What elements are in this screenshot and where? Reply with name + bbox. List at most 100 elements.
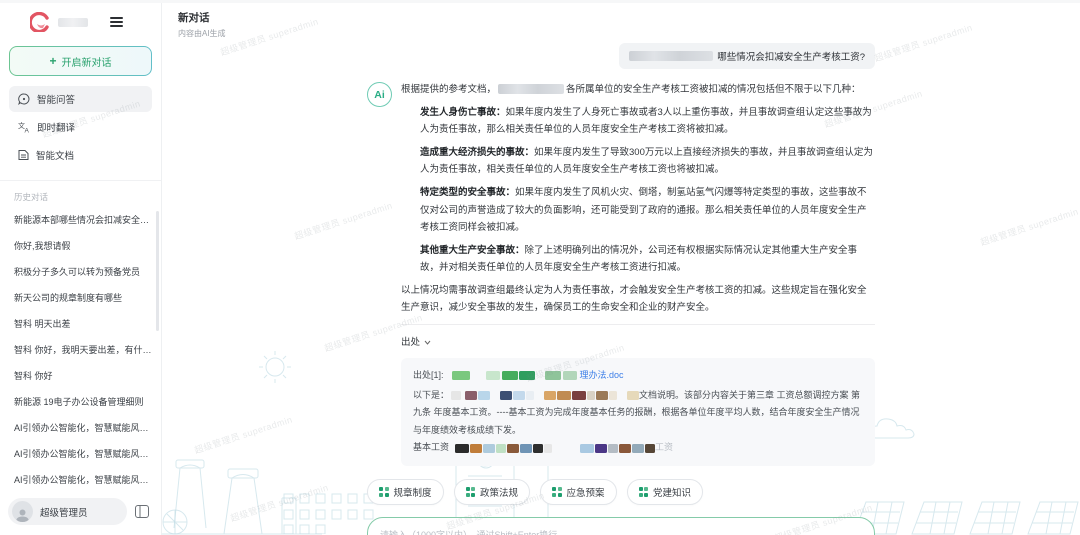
category-pill[interactable]: 党建知识 xyxy=(627,479,704,505)
chevron-down-icon xyxy=(424,340,431,345)
sidebar-item-label: 即时翻译 xyxy=(37,120,75,134)
chat-bubble-icon xyxy=(18,93,30,105)
redacted-block xyxy=(596,391,608,400)
page-title: 新对话 xyxy=(178,10,1064,25)
redacted-block xyxy=(483,444,495,453)
redacted-block xyxy=(627,391,639,400)
redacted-block xyxy=(557,391,571,400)
redacted-block xyxy=(507,444,519,453)
source-ref-label: 出处[1]: xyxy=(413,367,444,385)
redacted-block xyxy=(587,391,595,400)
history-item[interactable]: 新天公司的规章制度有哪些 xyxy=(14,285,153,311)
redacted-block xyxy=(580,444,594,453)
history-item[interactable]: AI引领办公智能化，智慧赋能风电高效发展 xyxy=(14,467,153,490)
redacted-block xyxy=(619,444,631,453)
ai-point: 造成重大经济损失的事故：如果年度内发生了导致300万元以上直接经济损失的事故，并… xyxy=(420,144,875,178)
ai-message-body: 根据提供的参考文档，各所属单位的安全生产考核工资被扣减的情况包括但不限于以下几种… xyxy=(401,81,875,466)
ai-disclaimer: 内容由AI生成 xyxy=(178,28,1064,39)
new-chat-button[interactable]: + 开启新对话 xyxy=(9,46,152,76)
category-pills: 规章制度 政策法规 应急预案 党建知识 xyxy=(367,479,875,505)
sidebar-menu: 智能问答 文 A 即时翻译 智能文档 xyxy=(0,86,161,181)
redacted-block xyxy=(609,391,617,400)
app-name-redacted xyxy=(58,18,88,27)
plus-icon: + xyxy=(49,55,56,67)
history-item[interactable]: 你好,我想请假 xyxy=(14,233,153,259)
history-item[interactable]: 新能源本部哪些情况会扣减安全生产考核工资 xyxy=(14,207,153,233)
ai-point: 其他重大生产安全事故：除了上述明确列出的情况外，公司还有权根据实际情况认定其他重… xyxy=(420,242,875,276)
redacted-block xyxy=(520,444,532,453)
main-area: 新对话 内容由AI生成 哪些情况会扣减安全生产考核工资? Ai 根据提供的参考文… xyxy=(162,0,1080,535)
history-item[interactable]: 智科 你好 xyxy=(14,363,153,389)
redacted-block xyxy=(455,444,469,453)
redacted-block xyxy=(645,444,655,453)
sidebar-item-label: 智能文档 xyxy=(36,148,74,162)
history-item[interactable]: 智科 明天出差 xyxy=(14,311,153,337)
history-item[interactable]: 智科 你好，我明天要出差，有什么需要准备 xyxy=(14,337,153,363)
history-item[interactable]: AI引领办公智能化，智慧赋能风电高效发展 xyxy=(14,441,153,467)
grid-icon xyxy=(552,487,562,497)
redacted-block xyxy=(526,391,534,400)
divider xyxy=(401,324,875,325)
redacted-block xyxy=(595,444,607,453)
redacted-block xyxy=(502,371,518,380)
sidebar-item-label: 智能问答 xyxy=(37,92,75,106)
redacted-block xyxy=(486,371,500,380)
redacted-block xyxy=(608,444,618,453)
source-tail-row: 基本工资 xyxy=(413,439,863,457)
top-strip xyxy=(0,0,1080,3)
user-message-bubble: 哪些情况会扣减安全生产考核工资? xyxy=(619,43,875,69)
sidebar-collapse-icon[interactable] xyxy=(135,505,149,518)
redacted-text xyxy=(498,84,564,94)
user-message-row: 哪些情况会扣减安全生产考核工资? xyxy=(367,43,875,69)
category-pill[interactable]: 应急预案 xyxy=(540,479,617,505)
ai-closing: 以上情况均需事故调查组最终认定为人为责任事故，才会触发安全生产考核工资的扣减。这… xyxy=(401,282,875,316)
grid-icon xyxy=(639,487,649,497)
new-chat-label: 开启新对话 xyxy=(62,54,112,69)
user-row: 超级管理员 xyxy=(0,490,161,535)
redacted-block xyxy=(452,371,470,380)
sidebar-item-translate[interactable]: 文 A 即时翻译 xyxy=(9,114,152,140)
source-box: 出处[1]: xyxy=(401,358,875,466)
redacted-block xyxy=(478,391,490,400)
user-message-text: 哪些情况会扣减安全生产考核工资? xyxy=(717,49,865,63)
history-label: 历史对话 xyxy=(0,181,161,207)
user-profile[interactable]: 超级管理员 xyxy=(8,498,127,525)
redacted-block xyxy=(465,391,477,400)
redacted-block xyxy=(545,371,561,380)
source-toggle[interactable]: 出处 xyxy=(401,334,875,351)
sidebar-item-docs[interactable]: 智能文档 xyxy=(9,142,152,168)
grid-icon xyxy=(466,487,476,497)
history-list: 新能源本部哪些情况会扣减安全生产考核工资 你好,我想请假 积极分子多久可以转为预… xyxy=(0,207,161,490)
redacted-block xyxy=(496,444,506,453)
app-logo-icon xyxy=(30,12,50,32)
history-scrollbar[interactable] xyxy=(156,211,159,331)
ai-points: 发生人身伤亡事故：如果年度内发生了人身死亡事故或者3人以上重伤事故，并且事故调查… xyxy=(401,104,875,276)
redacted-block xyxy=(632,444,644,453)
redacted-block xyxy=(519,371,535,380)
menu-hamburger-icon[interactable] xyxy=(110,17,123,28)
document-icon xyxy=(18,149,29,161)
sidebar-item-qa[interactable]: 智能问答 xyxy=(9,86,152,112)
translate-icon: 文 A xyxy=(18,121,30,133)
redacted-block xyxy=(544,391,556,400)
ai-point: 发生人身伤亡事故：如果年度内发生了人身死亡事故或者3人以上重伤事故，并且事故调查… xyxy=(420,104,875,138)
user-name: 超级管理员 xyxy=(40,505,88,519)
category-pill[interactable]: 政策法规 xyxy=(454,479,531,505)
ai-avatar: Ai xyxy=(367,82,392,107)
sidebar: + 开启新对话 智能问答 文 A 即时翻译 xyxy=(0,0,162,535)
source-doc-link[interactable]: 理办法.doc xyxy=(580,367,624,385)
chat-column: 哪些情况会扣减安全生产考核工资? Ai 根据提供的参考文档，各所属单位的安全生产… xyxy=(367,43,875,535)
ai-intro: 根据提供的参考文档，各所属单位的安全生产考核工资被扣减的情况包括但不限于以下几种… xyxy=(401,81,875,98)
redacted-block xyxy=(500,391,512,400)
main-header: 新对话 内容由AI生成 xyxy=(162,0,1080,41)
history-item[interactable]: 新能源 19电子办公设备管理细则 xyxy=(14,389,153,415)
composer: 本地搜索 联网搜索 xyxy=(367,517,875,535)
source-tail-suffix: 工资 xyxy=(655,439,673,457)
history-item[interactable]: AI引领办公智能化，智慧赋能风电高效发展 xyxy=(14,415,153,441)
message-input[interactable] xyxy=(380,528,862,535)
redacted-block xyxy=(563,371,577,380)
history-item[interactable]: 积极分子多久可以转为预备党员 xyxy=(14,259,153,285)
redacted-block xyxy=(533,444,543,453)
category-pill[interactable]: 规章制度 xyxy=(367,479,444,505)
redacted-block xyxy=(470,444,482,453)
